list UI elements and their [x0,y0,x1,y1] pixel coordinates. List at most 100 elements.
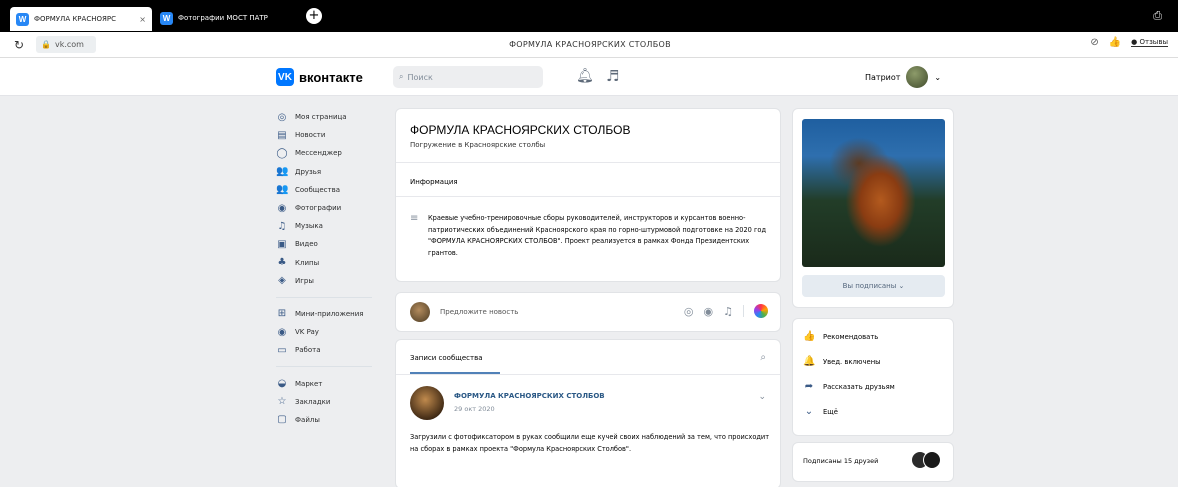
nav-item-icon: ◉ [277,202,287,214]
thumbs-icon[interactable]: 👍 [1109,37,1121,48]
sidebar-item-extra-0[interactable]: ◒ Маркет [276,374,386,392]
group-cover-photo[interactable] [802,119,945,267]
sidebar-item-label: Новости [295,131,326,140]
sidebar-item-label: Моя страница [295,113,347,122]
search-icon[interactable]: ⌕ [760,352,766,363]
camera-icon[interactable]: ◎ [684,305,694,318]
notifications-action[interactable]: 🔔 Увед. включены [803,356,881,367]
browser-tab[interactable]: W Фотографии МОСТ ПАТР [160,7,290,29]
more-action[interactable]: ⌄ Ещё [803,406,838,417]
sidebar-item-main-5[interactable]: ◉ Фотографии [276,199,386,217]
tab-close-icon[interactable]: × [139,15,146,24]
avatar [923,451,941,469]
chevron-down-icon[interactable]: ⌄ [758,392,766,402]
browser-tab-bar: W ФОРМУЛА КРАСНОЯРС × W Фотографии МОСТ … [0,0,1178,32]
vk-logo-text: вконтакте [299,69,363,85]
sidebar-item-main-1[interactable]: ▤ Новости [276,126,386,144]
action-label: Ещё [823,407,838,416]
avatar [410,302,430,322]
sidebar-item-label: Клипы [295,258,320,267]
divider [743,305,744,317]
bell-icon: 🔔 [803,356,816,367]
group-description: Краевые учебно-тренировочные сборы руков… [428,214,767,257]
sidebar-item-label: Игры [295,276,314,285]
nav-divider [276,366,372,368]
info-section-label: Информация [410,178,458,186]
sidebar-item-label: Мини-приложения [295,309,364,318]
page-title: ФОРМУЛА КРАСНОЯРСКИХ СТОЛБОВ [509,40,671,49]
nav-item-icon: 👥 [276,166,289,178]
post-text: Загрузили с фотофиксатором в руках сообщ… [410,433,770,453]
new-tab-button[interactable]: + [306,8,322,24]
thumbs-up-icon: 👍 [803,331,816,342]
suggest-news-input[interactable]: Предложите новость [440,308,518,316]
sidebar-item-services-0[interactable]: ⊞ Мини-приложения [276,305,386,323]
sidebar-item-label: Видео [295,240,318,249]
poster-color-icon[interactable] [754,304,768,318]
music-note-icon[interactable]: ♬ [606,67,619,85]
nav-item-icon: ⊞ [277,308,287,320]
nav-item-icon: ◯ [276,147,288,159]
nav-item-icon: ◒ [277,378,287,390]
nav-item-icon: ☆ [277,396,287,408]
vk-favicon-icon: W [160,11,173,25]
sidebar-item-label: Друзья [295,167,322,176]
sidebar-item-services-1[interactable]: ◉ VK Pay [276,323,386,341]
notifications-bell-icon[interactable]: 🔔︎ [576,68,594,84]
sidebar-item-main-6[interactable]: ♫ Музыка [276,217,386,235]
sidebar-item-main-0[interactable]: ◎ Моя страница [276,108,386,126]
extension-icon[interactable]: ⎙ [1153,9,1162,23]
nav-item-icon: ▣ [277,238,287,250]
sidebar-item-main-4[interactable]: 👥 Сообщества [276,181,386,199]
post-date[interactable]: 29 окт 2020 [454,405,495,413]
sidebar-item-main-8[interactable]: ♣ Клипы [276,254,386,272]
nav-divider [276,296,372,298]
browser-tab-active[interactable]: W ФОРМУЛА КРАСНОЯРС × [10,7,152,31]
post-author[interactable]: ФОРМУЛА КРАСНОЯРСКИХ СТОЛБОВ [454,392,605,400]
divider [396,196,780,197]
video-icon[interactable]: ◉ [704,305,714,318]
vk-logo[interactable]: VK вконтакте [276,68,363,86]
sidebar-item-label: Работа [295,346,321,355]
tab-label: Фотографии МОСТ ПАТР [178,14,268,22]
sidebar-item-extra-2[interactable]: ▢ Файлы [276,411,386,429]
description-icon: ≡ [410,213,419,224]
translate-icon[interactable]: ⊘ [1090,37,1098,48]
sidebar-item-label: Маркет [295,379,323,388]
tab-community-posts[interactable]: Записи сообщества [410,354,483,362]
sidebar-item-label: Музыка [295,222,323,231]
address-bar: ↻ 🔒 vk.com ФОРМУЛА КРАСНОЯРСКИХ СТОЛБОВ … [0,32,1178,58]
sidebar-item-extra-1[interactable]: ☆ Закладки [276,393,386,411]
reviews-button[interactable]: ● Отзывы [1131,38,1168,47]
user-name: Патриот [865,72,901,82]
group-info-card: ФОРМУЛА КРАСНОЯРСКИХ СТОЛБОВ Погружение … [395,108,781,282]
url-field[interactable]: 🔒 vk.com [36,36,96,53]
share-action[interactable]: ➦ Рассказать друзьям [803,381,895,392]
chevron-down-icon: ⌄ [934,72,942,82]
recommend-action[interactable]: 👍 Рекомендовать [803,331,878,342]
subscribed-button[interactable]: Вы подписаны ⌄ [802,275,945,297]
sidebar-item-main-3[interactable]: 👥 Друзья [276,163,386,181]
sidebar-item-services-2[interactable]: ▭ Работа [276,341,386,359]
user-menu[interactable]: Патриот ⌄ [865,66,941,88]
sidebar-item-label: Файлы [295,415,320,424]
nav-item-icon: ♣ [277,257,287,269]
suggest-news-card[interactable]: Предложите новость ◎ ◉ ♫ [395,292,781,332]
reload-icon[interactable]: ↻ [14,38,24,52]
sidebar-item-main-2[interactable]: ◯ Мессенджер [276,144,386,162]
friends-subscribed-card[interactable]: Подписаны 15 друзей [792,442,954,482]
friends-subscribed-text: Подписаны 15 друзей [803,457,879,465]
sidebar-item-main-7[interactable]: ▣ Видео [276,235,386,253]
nav-item-icon: ▤ [277,129,287,141]
search-icon: ⌕ [399,72,404,81]
left-navigation: ◎ Моя страница ▤ Новости ◯ Мессенджер 👥 Друзья 👥… [276,108,386,429]
group-status: Погружение в Красноярские столбы [410,141,546,149]
sidebar-item-label: Фотографии [295,204,342,213]
divider [396,374,780,375]
search-input[interactable]: ⌕ Поиск [393,66,543,88]
post-author-avatar[interactable] [410,386,444,420]
sidebar-item-main-9[interactable]: ◈ Игры [276,272,386,290]
music-note-icon[interactable]: ♫ [723,305,733,318]
action-label: Рекомендовать [823,332,879,341]
url-text: vk.com [54,40,84,49]
